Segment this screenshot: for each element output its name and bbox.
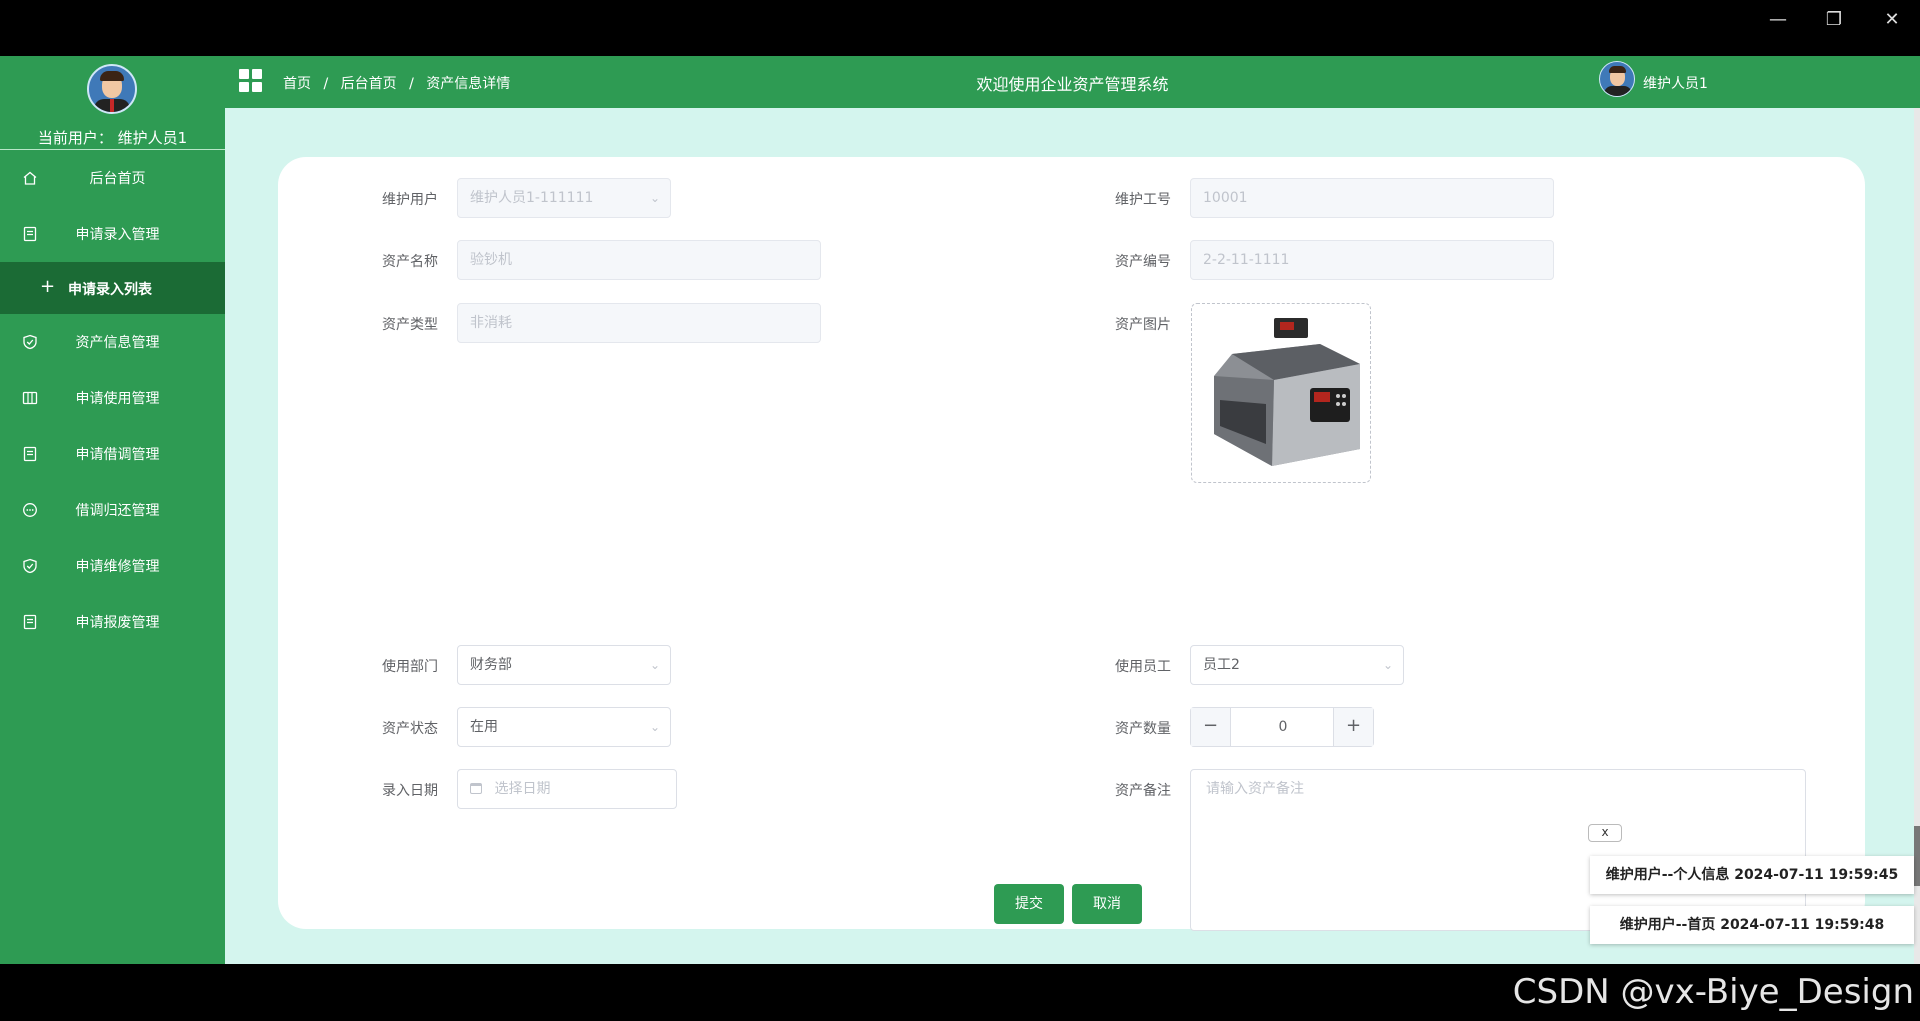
entry-date-label: 录入日期 [382, 783, 438, 799]
sidebar-item-home[interactable]: 后台首页 [0, 150, 225, 206]
maint-user-value: 维护人员1-111111 [470, 190, 594, 206]
sidebar-item-asset-info[interactable]: 资产信息管理 [0, 314, 225, 370]
asset-type-value: 非消耗 [470, 315, 512, 331]
scrollbar-thumb[interactable] [1914, 826, 1920, 886]
window-titlebar: — ❐ ✕ [0, 0, 1920, 56]
sidebar: 当前用户： 维护人员1 后台首页 申请录入管理 + 申请录入列表 资产信息管理 … [0, 56, 225, 964]
plus-icon: + [40, 276, 56, 297]
chevron-down-icon: ⌄ [649, 720, 660, 734]
sidebar-item-label: 申请借调管理 [75, 447, 160, 463]
status-value: 在用 [470, 719, 498, 735]
quantity-label: 资产数量 [1115, 721, 1171, 737]
asset-no-value: 2-2-11-1111 [1203, 252, 1290, 268]
money-counter-image [1214, 318, 1360, 466]
breadcrumb-home[interactable]: 首页 [283, 76, 311, 92]
decrement-button[interactable]: − [1191, 708, 1231, 746]
quantity-input[interactable]: 0 [1231, 708, 1335, 746]
sidebar-subitem-apply-entry-list[interactable]: + 申请录入列表 [0, 262, 225, 314]
top-user-name[interactable]: 维护人员1 [1643, 73, 1708, 93]
asset-image-upload[interactable] [1191, 303, 1371, 483]
maint-no-input[interactable]: 10001 [1190, 178, 1554, 218]
close-window-button[interactable]: ✕ [1872, 8, 1912, 32]
current-user-label: 当前用户： 维护人员1 [37, 129, 188, 147]
remark-label: 资产备注 [1115, 783, 1171, 799]
notice-close-button[interactable]: x [1588, 824, 1622, 842]
employee-label: 使用员工 [1115, 659, 1171, 675]
sidebar-item-label: 借调归还管理 [75, 503, 160, 519]
sidebar-item-apply-borrow[interactable]: 申请借调管理 [0, 426, 225, 482]
chevron-down-icon: ⌄ [1382, 658, 1393, 672]
avatar[interactable] [87, 64, 137, 114]
chevron-down-icon: ⌄ [649, 191, 660, 205]
status-select[interactable]: 在用 ⌄ [457, 707, 671, 747]
calendar-icon [470, 783, 482, 794]
asset-image-label: 资产图片 [1115, 317, 1171, 333]
avatar[interactable] [1599, 61, 1635, 97]
entry-date-placeholder: 选择日期 [494, 781, 551, 797]
asset-detail-form: 维护用户 维护人员1-111111 ⌄ 维护工号 10001 资产名称 验钞机 … [278, 157, 1865, 931]
sidebar-item-label: 申请使用管理 [75, 391, 160, 407]
remark-placeholder: 请输入资产备注 [1206, 781, 1304, 797]
sidebar-item-label: 资产信息管理 [75, 335, 160, 351]
breadcrumb: 首页 / 后台首页 / 资产信息详情 [283, 73, 510, 93]
asset-name-label: 资产名称 [382, 254, 438, 270]
cancel-button[interactable]: 取消 [1072, 884, 1142, 924]
dept-value: 财务部 [470, 657, 512, 673]
sidebar-item-label: 后台首页 [89, 171, 146, 187]
maint-user-label: 维护用户 [382, 192, 438, 208]
dept-label: 使用部门 [382, 659, 438, 675]
footer-bar: CSDN @vx-Biye_Design [0, 964, 1920, 1021]
sidebar-profile: 当前用户： 维护人员1 [0, 56, 225, 150]
dept-select[interactable]: 财务部 ⌄ [457, 645, 671, 685]
asset-name-value: 验钞机 [470, 252, 512, 268]
employee-select[interactable]: 员工2 ⌄ [1190, 645, 1404, 685]
status-label: 资产状态 [382, 721, 438, 737]
sidebar-item-apply-repair[interactable]: 申请维修管理 [0, 538, 225, 594]
breadcrumb-dashboard[interactable]: 后台首页 [341, 76, 397, 92]
notice-item[interactable]: 维护用户--首页 2024-07-11 19:59:48 [1590, 906, 1914, 944]
asset-no-label: 资产编号 [1115, 254, 1171, 270]
minimize-button[interactable]: — [1758, 8, 1798, 32]
breadcrumb-separator: / [409, 76, 414, 92]
chevron-down-icon: ⌄ [649, 658, 660, 672]
quantity-stepper[interactable]: − 0 + [1190, 707, 1374, 747]
watermark-text: CSDN @vx-Biye_Design [1512, 972, 1914, 1012]
notice-item[interactable]: 维护用户--个人信息 2024-07-11 19:59:45 [1590, 856, 1914, 894]
maint-no-value: 10001 [1203, 190, 1248, 206]
asset-type-label: 资产类型 [382, 317, 438, 333]
sidebar-item-label: 申请录入管理 [75, 227, 160, 243]
sidebar-item-apply-entry[interactable]: 申请录入管理 [0, 206, 225, 262]
app-window: 当前用户： 维护人员1 后台首页 申请录入管理 + 申请录入列表 资产信息管理 … [0, 56, 1920, 964]
increment-button[interactable]: + [1333, 708, 1373, 746]
sidebar-item-apply-scrap[interactable]: 申请报废管理 [0, 594, 225, 650]
employee-value: 员工2 [1203, 657, 1240, 673]
breadcrumb-current: 资产信息详情 [426, 76, 511, 92]
maint-user-select[interactable]: 维护人员1-111111 ⌄ [457, 178, 671, 218]
breadcrumb-separator: / [323, 76, 329, 92]
sidebar-item-label: 申请维修管理 [75, 559, 160, 575]
asset-no-input[interactable]: 2-2-11-1111 [1190, 240, 1554, 280]
sidebar-item-label: 申请报废管理 [75, 615, 160, 631]
asset-name-input[interactable]: 验钞机 [457, 240, 821, 280]
sidebar-item-apply-use[interactable]: 申请使用管理 [0, 370, 225, 426]
grid-menu-icon[interactable] [239, 69, 263, 93]
sidebar-subitem-label: 申请录入列表 [68, 282, 152, 298]
maint-no-label: 维护工号 [1115, 192, 1171, 208]
asset-type-input[interactable]: 非消耗 [457, 303, 821, 343]
top-navbar: 欢迎使用企业资产管理系统 首页 / 后台首页 / 资产信息详情 维护人员1 [225, 56, 1920, 108]
sidebar-item-borrow-return[interactable]: 借调归还管理 [0, 482, 225, 538]
restore-button[interactable]: ❐ [1814, 8, 1854, 32]
entry-date-picker[interactable]: 选择日期 [457, 769, 677, 809]
submit-button[interactable]: 提交 [994, 884, 1064, 924]
